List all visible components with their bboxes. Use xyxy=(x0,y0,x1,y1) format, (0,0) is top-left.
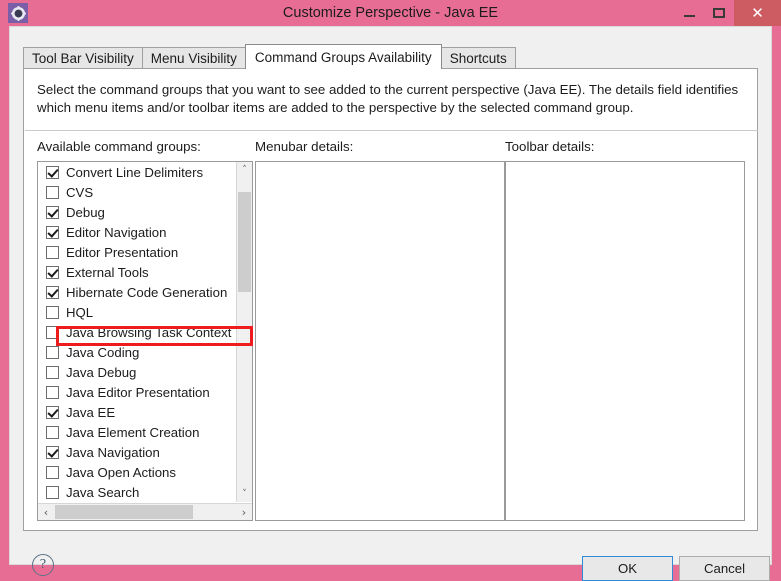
checkbox-unchecked-icon[interactable] xyxy=(46,305,59,319)
horizontal-scrollbar[interactable]: ‹ › xyxy=(38,503,252,520)
command-groups-panel: Select the command groups that you want … xyxy=(23,68,758,531)
checkbox-unchecked-icon[interactable] xyxy=(46,345,59,359)
list-item-label: Editor Presentation xyxy=(66,244,179,260)
list-item[interactable]: Java Search xyxy=(38,482,236,502)
horizontal-scrollbar-thumb[interactable] xyxy=(55,505,193,519)
list-item[interactable]: HQL xyxy=(38,302,236,322)
tab-command-groups-availability[interactable]: Command Groups Availability xyxy=(244,44,442,69)
checkbox-checked-icon[interactable] xyxy=(46,165,59,179)
tab-tool-bar-visibility[interactable]: Tool Bar Visibility xyxy=(23,47,143,69)
checkbox-checked-icon[interactable] xyxy=(46,405,59,419)
close-icon: ✕ xyxy=(751,3,764,22)
list-item[interactable]: Editor Presentation xyxy=(38,242,236,262)
checkbox-unchecked-icon[interactable] xyxy=(46,245,59,259)
panel-description: Select the command groups that you want … xyxy=(37,82,739,115)
list-item[interactable]: Convert Line Delimiters xyxy=(38,162,236,182)
maximize-icon xyxy=(713,8,725,18)
list-item-label: Java Browsing Task Context xyxy=(66,324,232,340)
checkbox-checked-icon[interactable] xyxy=(46,265,59,279)
checkbox-unchecked-icon[interactable] xyxy=(46,185,59,199)
list-item[interactable]: Java Debug xyxy=(38,362,236,382)
vertical-scrollbar[interactable]: ˄ ˅ xyxy=(236,162,252,502)
separator-line xyxy=(25,130,758,131)
ok-button[interactable]: OK xyxy=(582,556,673,581)
minimize-button[interactable] xyxy=(674,0,704,26)
list-item[interactable]: Debug xyxy=(38,202,236,222)
checkbox-unchecked-icon[interactable] xyxy=(46,385,59,399)
scroll-right-icon[interactable]: › xyxy=(236,504,252,520)
checkbox-checked-icon[interactable] xyxy=(46,225,59,239)
checkbox-checked-icon[interactable] xyxy=(46,205,59,219)
list-item[interactable]: Hibernate Code Generation xyxy=(38,282,236,302)
available-command-groups-list[interactable]: Convert Line Delimiters CVS Debug Editor Na… xyxy=(37,161,253,521)
list-item-label: Java Editor Presentation xyxy=(66,384,210,400)
available-command-groups-label: Available command groups: xyxy=(37,139,201,154)
list-item[interactable]: Java Element Creation xyxy=(38,422,236,442)
minimize-icon xyxy=(683,15,695,17)
list-item-label: Java EE xyxy=(66,404,116,420)
menubar-details-label: Menubar details: xyxy=(255,139,354,154)
list-item[interactable]: Java Coding xyxy=(38,342,236,362)
close-button[interactable]: ✕ xyxy=(734,0,781,26)
list-item-label: External Tools xyxy=(66,264,149,280)
list-item-label: Debug xyxy=(66,204,105,220)
checkbox-unchecked-icon[interactable] xyxy=(46,365,59,379)
list-item-label: Java Debug xyxy=(66,364,137,380)
dialog-client-area: Tool Bar Visibility Menu Visibility Comm… xyxy=(9,26,772,581)
gear-icon xyxy=(8,3,28,23)
list-item-label: HQL xyxy=(66,304,94,320)
list-item-label: CVS xyxy=(66,184,94,200)
checkbox-checked-icon[interactable] xyxy=(46,285,59,299)
toolbar-details-label: Toolbar details: xyxy=(505,139,595,154)
checkbox-unchecked-icon[interactable] xyxy=(46,425,59,439)
checkbox-unchecked-icon[interactable] xyxy=(46,325,59,339)
list-item[interactable]: Java Open Actions xyxy=(38,462,236,482)
list-item[interactable]: Java Browsing Task Context xyxy=(38,322,236,342)
list-item[interactable]: Java EE xyxy=(38,402,236,422)
list-item[interactable]: CVS xyxy=(38,182,236,202)
list-item-label: Java Navigation xyxy=(66,444,160,460)
dialog-window: Customize Perspective - Java EE ✕ Tool B… xyxy=(0,0,781,581)
toolbar-details-panel[interactable] xyxy=(505,161,745,521)
checkbox-checked-icon[interactable] xyxy=(46,445,59,459)
list-item[interactable]: Editor Navigation xyxy=(38,222,236,242)
tab-shortcuts[interactable]: Shortcuts xyxy=(440,47,516,69)
list-item[interactable]: Java Editor Presentation xyxy=(38,382,236,402)
scroll-up-icon[interactable]: ˄ xyxy=(237,162,252,178)
checkbox-unchecked-icon[interactable] xyxy=(46,465,59,479)
list-item-label: Java Open Actions xyxy=(66,464,176,480)
list-item[interactable]: Java Navigation xyxy=(38,442,236,462)
scroll-down-icon[interactable]: ˅ xyxy=(237,486,252,502)
command-group-items: Convert Line Delimiters CVS Debug Editor Na… xyxy=(38,162,236,502)
list-item-label: Convert Line Delimiters xyxy=(66,164,204,180)
list-item[interactable]: External Tools xyxy=(38,262,236,282)
tab-menu-visibility[interactable]: Menu Visibility xyxy=(141,47,246,69)
menubar-details-panel[interactable] xyxy=(255,161,505,521)
maximize-button[interactable] xyxy=(704,0,734,26)
title-bar[interactable]: Customize Perspective - Java EE ✕ xyxy=(0,0,781,26)
list-item-label: Editor Navigation xyxy=(66,224,167,240)
list-item-label: Java Search xyxy=(66,484,140,500)
window-title: Customize Perspective - Java EE xyxy=(282,5,499,21)
list-item-label: Hibernate Code Generation xyxy=(66,284,228,300)
vertical-scrollbar-thumb[interactable] xyxy=(238,192,251,292)
list-item-label: Java Element Creation xyxy=(66,424,200,440)
help-icon[interactable]: ? xyxy=(32,554,54,576)
scroll-left-icon[interactable]: ‹ xyxy=(38,504,54,520)
checkbox-unchecked-icon[interactable] xyxy=(46,485,59,499)
list-item-label: Java Coding xyxy=(66,344,140,360)
cancel-button[interactable]: Cancel xyxy=(679,556,770,581)
tab-bar: Tool Bar Visibility Menu Visibility Comm… xyxy=(23,44,516,69)
